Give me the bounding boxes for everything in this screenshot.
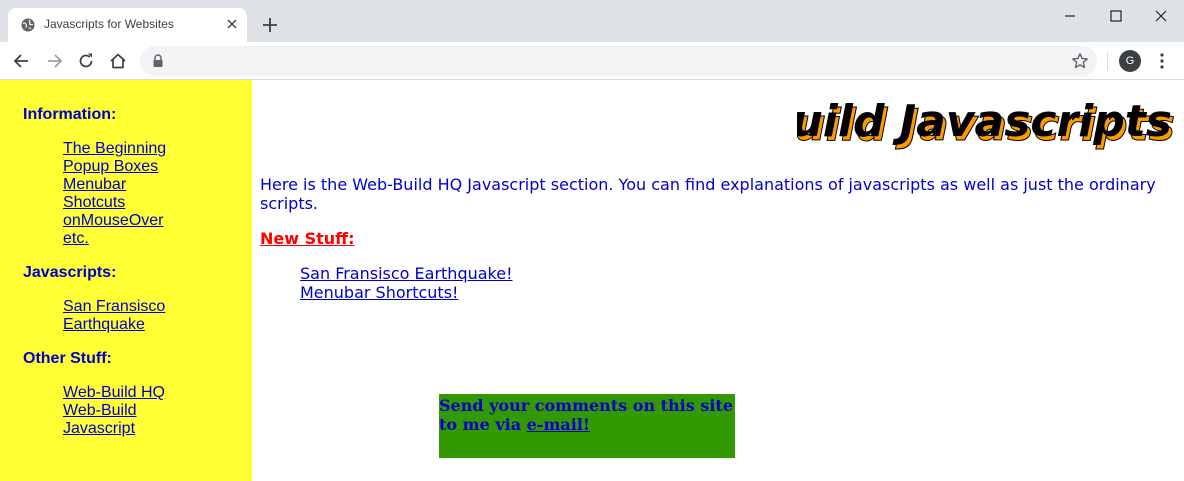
browser-toolbar: G <box>0 42 1184 80</box>
sidebar-heading-javascripts: Javascripts: <box>23 264 117 281</box>
close-window-icon[interactable] <box>1151 6 1171 26</box>
sidebar: Information: The Beginning Popup Boxes M… <box>0 80 252 481</box>
sidebar-links-other-stuff: Web-Build HQ Web-Build Javascript <box>63 384 165 438</box>
intro-paragraph: Here is the Web-Build HQ Javascript sect… <box>260 175 1156 213</box>
address-bar[interactable] <box>140 46 1097 76</box>
back-icon[interactable] <box>12 51 32 71</box>
sidebar-link[interactable]: Javascript <box>63 420 165 438</box>
sidebar-link[interactable]: Popup Boxes <box>63 158 166 176</box>
minimize-icon[interactable] <box>1060 6 1080 26</box>
maximize-icon[interactable] <box>1106 6 1126 26</box>
tab-title: Javascripts for Websites <box>44 17 174 31</box>
email-link[interactable]: e-mail! <box>527 415 590 434</box>
sidebar-link[interactable]: Menubar <box>63 176 166 194</box>
active-tab[interactable]: Javascripts for Websites <box>8 8 247 42</box>
close-icon[interactable] <box>226 18 238 30</box>
sidebar-link[interactable]: Shotcuts <box>63 194 166 212</box>
toolbar-separator <box>1107 52 1108 70</box>
sidebar-link[interactable]: onMouseOver <box>63 212 166 230</box>
new-stuff-heading: New Stuff: <box>260 229 355 248</box>
forward-icon[interactable] <box>44 51 64 71</box>
new-stuff-link[interactable]: San Fransisco Earthquake! <box>300 264 513 283</box>
page-viewport: Information: The Beginning Popup Boxes M… <box>0 80 1184 481</box>
tab-strip: Javascripts for Websites <box>0 0 1184 42</box>
sidebar-link[interactable]: San Fransisco <box>63 298 165 316</box>
sidebar-heading-other-stuff: Other Stuff: <box>23 350 112 367</box>
profile-avatar[interactable]: G <box>1119 50 1141 72</box>
sidebar-links-javascripts: San Fransisco Earthquake <box>63 298 165 334</box>
new-stuff-links: San Fransisco Earthquake! Menubar Shortc… <box>300 264 513 302</box>
sidebar-link[interactable]: etc. <box>63 230 166 248</box>
sidebar-heading-information: Information: <box>23 106 117 123</box>
comments-box: Send your comments on this site to me vi… <box>439 394 735 458</box>
reload-icon[interactable] <box>76 51 96 71</box>
sidebar-link[interactable]: Web-Build <box>63 402 165 420</box>
sidebar-link[interactable]: Earthquake <box>63 316 165 334</box>
home-icon[interactable] <box>108 51 128 71</box>
plus-icon[interactable] <box>261 16 279 34</box>
sidebar-link[interactable]: Web-Build HQ <box>63 384 165 402</box>
globe-icon <box>21 18 35 32</box>
new-stuff-link[interactable]: Menubar Shortcuts! <box>300 283 513 302</box>
sidebar-links-information: The Beginning Popup Boxes Menubar Shotcu… <box>63 140 166 248</box>
logo-text: Web-Build Javascripts <box>797 96 1172 147</box>
lock-icon[interactable] <box>152 54 164 68</box>
site-logo: Web-Build Javascripts Web-Build Javascri… <box>797 96 1176 152</box>
sidebar-link[interactable]: The Beginning <box>63 140 166 158</box>
comments-text: Send your comments on this site to me vi… <box>439 394 735 434</box>
kebab-menu-icon[interactable] <box>1154 51 1170 71</box>
star-icon[interactable] <box>1071 52 1089 70</box>
